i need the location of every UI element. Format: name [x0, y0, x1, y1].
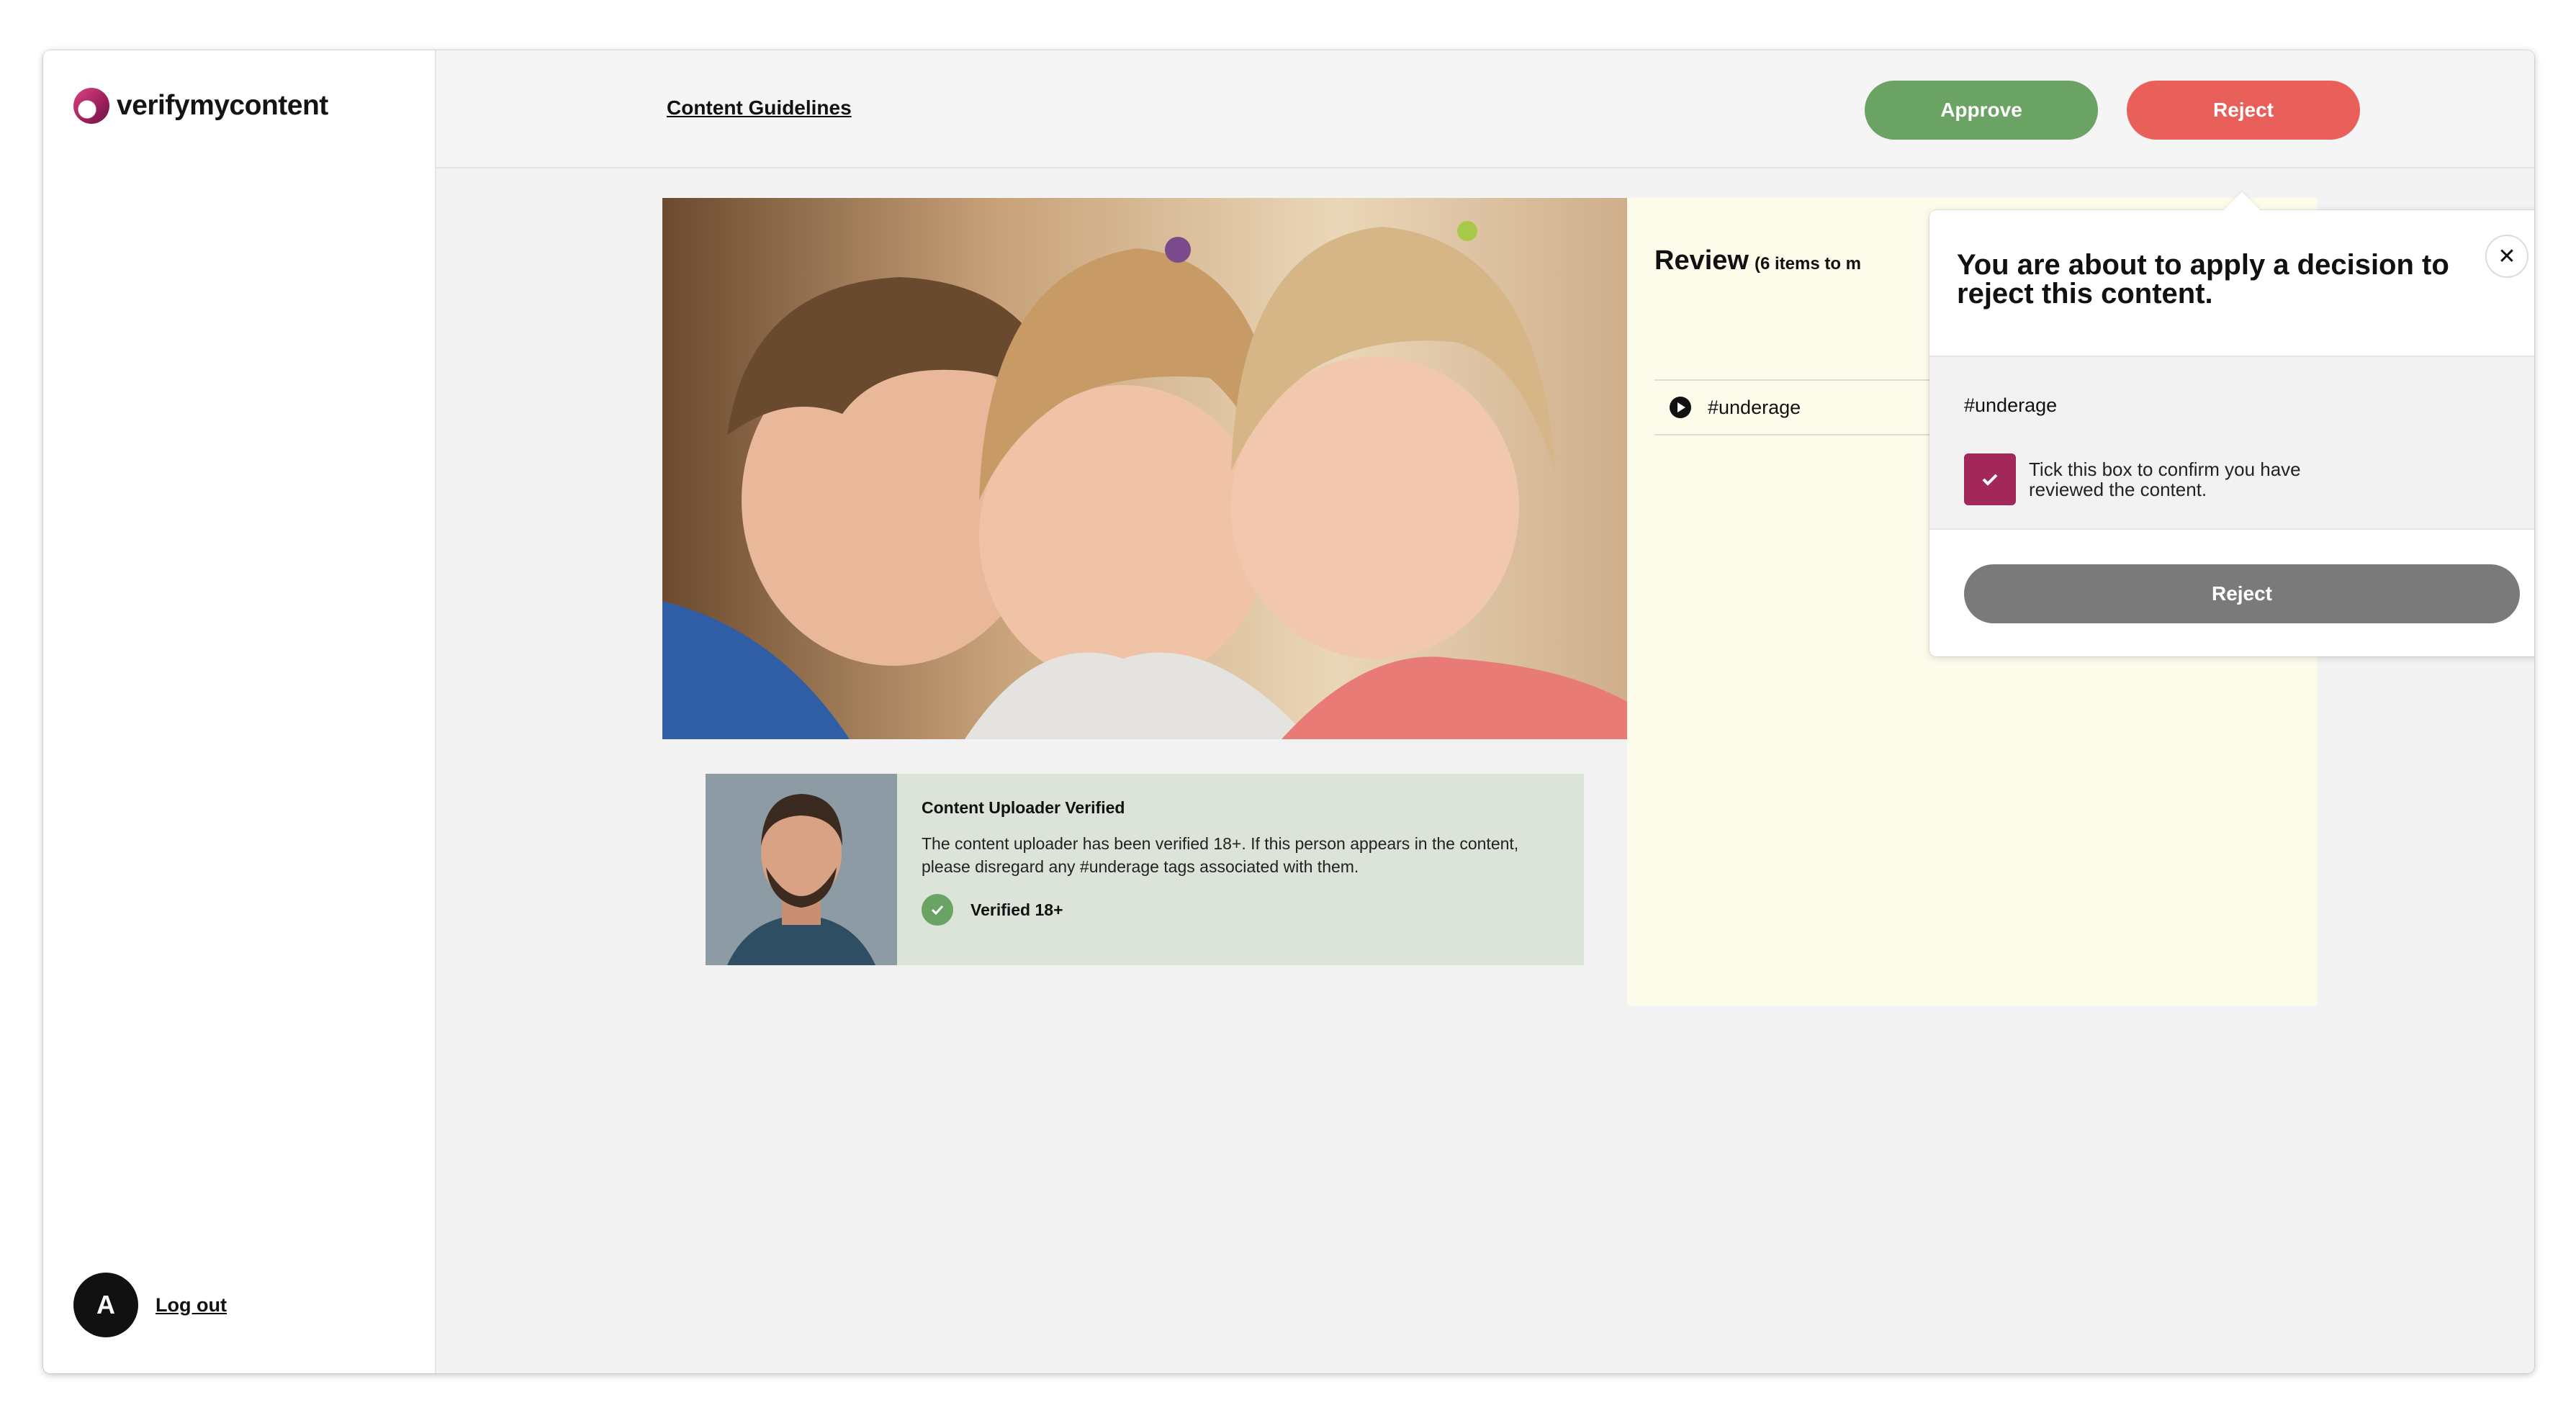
dialog-title: You are about to apply a decision to rej…: [1957, 249, 2449, 310]
dialog-body: #underage Tick this box to confirm you h…: [1929, 357, 2534, 530]
dialog-header: You are about to apply a decision to rej…: [1929, 210, 2534, 357]
verified-label: Verified 18+: [970, 900, 1063, 919]
review-tag: #underage: [1708, 396, 1801, 418]
content-guidelines-link[interactable]: Content Guidelines: [667, 96, 852, 119]
brand-name: verifymycontent: [117, 90, 328, 121]
approve-button[interactable]: Approve: [1865, 81, 2098, 140]
uploader-info: Content Uploader Verified The content up…: [897, 774, 1580, 965]
uploader-verified-card: Content Uploader Verified The content up…: [706, 774, 1584, 965]
uploader-description: The content uploader has been verified 1…: [922, 834, 1519, 876]
top-bar: Content Guidelines Approve Reject: [436, 50, 2534, 168]
uploader-portrait: [706, 774, 897, 965]
review-count: (6 items to m: [1754, 254, 1861, 274]
close-icon[interactable]: ✕: [2485, 235, 2528, 278]
dialog-tag: #underage: [1964, 394, 2058, 416]
content-image: [662, 198, 1627, 739]
content-image-illustration: [662, 198, 1627, 739]
avatar[interactable]: A: [73, 1273, 138, 1337]
confirm-row: Tick this box to confirm you have review…: [1964, 453, 2360, 505]
logout-link[interactable]: Log out: [156, 1294, 227, 1316]
confirm-checkbox[interactable]: [1964, 453, 2016, 505]
content-panel: Content Uploader Verified The content up…: [662, 198, 1627, 1006]
logo-mark-icon: [73, 88, 109, 124]
sidebar: verifymycontent A Log out: [43, 50, 436, 1373]
review-heading: Review (6 items to m: [1654, 245, 1861, 276]
uploader-title: Content Uploader Verified: [922, 798, 1125, 817]
brand-logo[interactable]: verifymycontent: [73, 88, 328, 124]
reject-confirmation-dialog: You are about to apply a decision to rej…: [1929, 191, 2534, 656]
play-icon[interactable]: [1669, 396, 1692, 419]
app-window: verifymycontent A Log out Content Guidel…: [43, 50, 2534, 1373]
review-title: Review: [1654, 245, 1749, 276]
uploader-portrait-illustration: [706, 774, 897, 965]
dialog-reject-button[interactable]: Reject: [1964, 564, 2520, 623]
user-area: A Log out: [73, 1273, 227, 1337]
verified-status: Verified 18+: [922, 894, 1555, 926]
confirm-label: Tick this box to confirm you have review…: [2029, 458, 2301, 500]
reject-button[interactable]: Reject: [2127, 81, 2360, 140]
check-circle-icon: [922, 894, 953, 926]
checkmark-icon: [1982, 474, 1998, 486]
